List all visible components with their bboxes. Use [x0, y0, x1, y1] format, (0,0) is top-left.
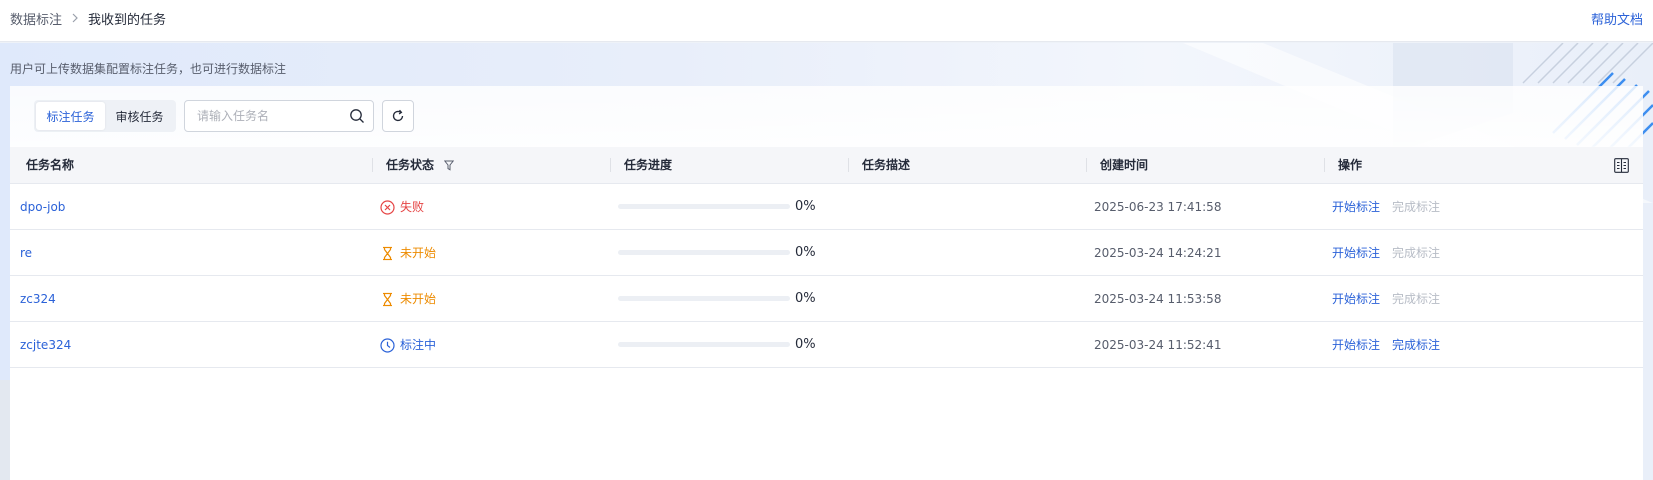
progress-bar	[618, 342, 790, 347]
task-name-link[interactable]: dpo-job	[20, 184, 65, 230]
failed-circle-icon	[380, 199, 395, 215]
column-settings-icon[interactable]	[1614, 158, 1629, 173]
col-header-progress-label: 任务进度	[624, 158, 673, 172]
page-description: 用户可上传数据集配置标注任务，也可进行数据标注	[10, 62, 287, 76]
task-name-link[interactable]: zcjte324	[20, 322, 71, 368]
tab-annotation-tasks[interactable]: 标注任务	[36, 102, 105, 130]
table-row: zc324 未开始 0% 2025-03-24 11:53:58 开始标注 完成标…	[10, 276, 1643, 322]
finish-annotation-button[interactable]: 完成标注	[1392, 338, 1440, 352]
col-header-actions: 操作	[1324, 147, 1363, 184]
start-annotation-button[interactable]: 开始标注	[1332, 338, 1380, 352]
created-time: 2025-03-24 11:53:58	[1094, 292, 1222, 306]
breadcrumb-current: 我收到的任务	[88, 13, 167, 28]
refresh-button[interactable]	[382, 100, 414, 132]
col-header-created: 创建时间	[1086, 147, 1149, 184]
created-time: 2025-03-24 14:24:21	[1094, 246, 1222, 260]
progress-bar	[618, 204, 790, 209]
col-header-created-label: 创建时间	[1100, 158, 1149, 172]
top-bar: 数据标注 我收到的任务 帮助文档	[0, 0, 1653, 42]
start-annotation-button[interactable]: 开始标注	[1332, 200, 1380, 214]
task-status-label: 失败	[400, 200, 425, 214]
task-name-link[interactable]: zc324	[20, 276, 56, 322]
finish-annotation-button[interactable]: 完成标注	[1392, 200, 1440, 214]
col-header-name: 任务名称	[26, 158, 75, 172]
task-status: 未开始	[380, 230, 436, 276]
row-actions: 开始标注 完成标注	[1332, 322, 1452, 368]
table-row: dpo-job 失败 0% 2025-06-23 17:41:58 开始标注 完成…	[10, 184, 1643, 230]
progress-percent: 0%	[795, 291, 816, 306]
finish-annotation-button[interactable]: 完成标注	[1392, 246, 1440, 260]
tab-review-tasks[interactable]: 审核任务	[105, 102, 174, 130]
col-header-status-label: 任务状态	[386, 158, 435, 172]
task-type-tabs: 标注任务 审核任务	[34, 100, 176, 132]
start-annotation-button[interactable]: 开始标注	[1332, 246, 1380, 260]
finish-annotation-button[interactable]: 完成标注	[1392, 292, 1440, 306]
task-panel: 标注任务 审核任务 任务名称 任务状态 任务进度 任务描述	[10, 86, 1643, 480]
task-status: 未开始	[380, 276, 436, 322]
progress-bar	[618, 296, 790, 301]
start-annotation-button[interactable]: 开始标注	[1332, 292, 1380, 306]
row-actions: 开始标注 完成标注	[1332, 230, 1452, 276]
created-time: 2025-03-24 11:52:41	[1094, 338, 1222, 352]
col-header-status: 任务状态	[372, 147, 455, 184]
col-header-progress: 任务进度	[610, 147, 673, 184]
progress-percent: 0%	[795, 337, 816, 352]
left-edge	[0, 380, 10, 480]
table-row: zcjte324 标注中 0% 2025-03-24 11:52:41 开始标注…	[10, 322, 1643, 368]
progress-percent: 0%	[795, 199, 816, 214]
hourglass-icon	[383, 292, 392, 306]
filter-icon[interactable]	[444, 160, 455, 171]
breadcrumb: 数据标注 我收到的任务	[10, 9, 166, 28]
col-header-description: 任务描述	[848, 147, 911, 184]
task-status-label: 未开始	[400, 292, 437, 306]
progress-percent: 0%	[795, 245, 816, 260]
task-status: 失败	[380, 184, 424, 230]
hourglass-icon	[383, 246, 392, 260]
row-actions: 开始标注 完成标注	[1332, 184, 1452, 230]
created-time: 2025-06-23 17:41:58	[1094, 200, 1222, 214]
col-header-actions-label: 操作	[1338, 158, 1363, 172]
task-status: 标注中	[380, 322, 436, 368]
task-name-link[interactable]: re	[20, 230, 32, 276]
search-input[interactable]	[197, 107, 337, 125]
progress-bar	[618, 250, 790, 255]
search-box	[184, 100, 374, 132]
help-docs-link[interactable]: 帮助文档	[1591, 9, 1643, 28]
chevron-right-icon	[70, 12, 80, 26]
task-status-label: 未开始	[400, 246, 437, 260]
table-header: 任务名称 任务状态 任务进度 任务描述 创建时间 操作	[10, 147, 1643, 184]
col-header-description-label: 任务描述	[862, 158, 911, 172]
search-icon[interactable]	[349, 108, 365, 124]
breadcrumb-root[interactable]: 数据标注	[10, 9, 62, 28]
row-actions: 开始标注 完成标注	[1332, 276, 1452, 322]
clock-icon	[380, 337, 395, 353]
refresh-icon	[392, 109, 404, 122]
task-status-label: 标注中	[400, 338, 437, 352]
table-row: re 未开始 0% 2025-03-24 14:24:21 开始标注 完成标注	[10, 230, 1643, 276]
